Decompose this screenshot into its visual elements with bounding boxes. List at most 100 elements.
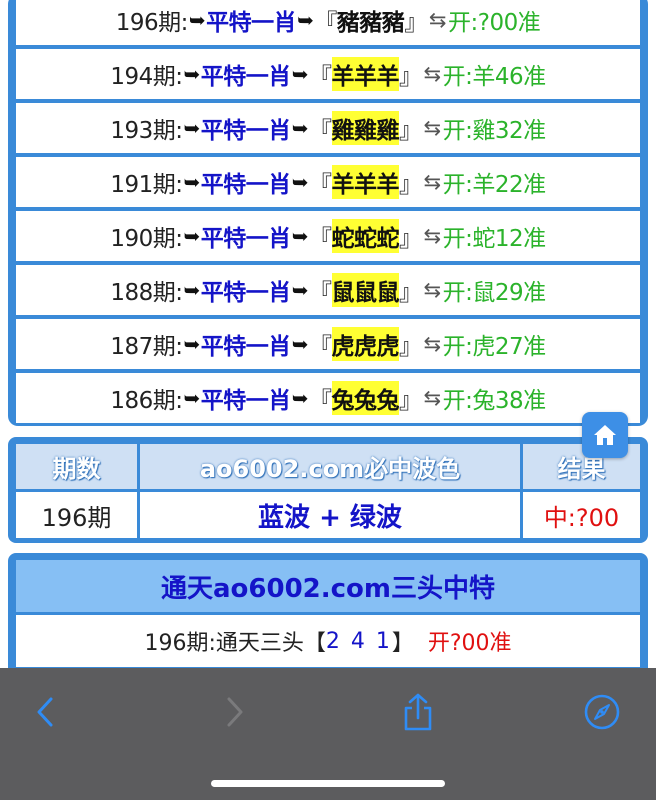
right-bracket: 』 [399,334,422,360]
home-indicator [211,780,445,787]
list-item: 188期: ➥ 平特一肖 ➥ 『 鼠鼠鼠 』 ⇆ 开:鼠29准 [16,265,640,315]
ping-label: 平特一肖 [200,280,292,306]
period-label: 187期: [110,334,183,360]
ping-label: 平特一肖 [200,226,292,252]
right-bracket: 』 [399,280,422,306]
ping-label: 平特一肖 [200,388,292,414]
chevron-left-icon [37,697,53,727]
left-bracket: 『 [309,64,332,90]
ping-label: 平特一肖 [200,172,292,198]
zodiac-pick: 鼠鼠鼠 [331,273,400,307]
zodiac-pick: 豬豬豬 [336,10,405,36]
arrow-icon: ➥ [183,386,201,410]
open-result: 开:虎27准 [442,334,547,360]
santou-numbers: 2 4 1 [325,628,392,654]
santou-suffix: 】 [391,631,414,656]
left-bracket: 『 [309,118,332,144]
period-label: 196期: [115,10,189,36]
list-item: 193期: ➥ 平特一肖 ➥ 『 雞雞雞 』 ⇆ 开:雞32准 [16,103,640,153]
open-result: 开:蛇12准 [442,226,547,252]
swap-icon: ⇆ [423,386,442,410]
home-button[interactable] [582,412,628,458]
left-bracket: 『 [309,334,332,360]
compass-icon [584,694,620,730]
share-icon [404,693,432,731]
ping-label: 平特一肖 [206,10,297,36]
open-result: 开:羊22准 [442,172,547,198]
right-bracket: 』 [399,118,422,144]
list-item: 187期: ➥ 平特一肖 ➥ 『 虎虎虎 』 ⇆ 开:虎27准 [16,319,640,369]
zodiac-pick: 兔兔兔 [331,381,400,415]
santou-result: 开?00准 [427,631,512,656]
zodiac-pick: 蛇蛇蛇 [331,219,400,253]
right-bracket: 』 [404,10,427,36]
santou-title: 通天ao6002.com三头中特 [16,560,640,612]
left-bracket: 『 [309,226,332,252]
arrow-icon: ➥ [291,278,309,302]
swap-icon: ⇆ [423,224,442,248]
period-label: 191期: [110,172,183,198]
zodiac-pick: 虎虎虎 [331,327,400,361]
swap-icon: ⇆ [423,332,442,356]
arrow-icon: ➥ [291,332,309,356]
list-item: 196期: ➥ 平特一肖 ➥ 『 豬豬豬 』 ⇆ 开:?00准 [16,0,640,45]
arrow-icon: ➥ [188,8,206,32]
arrow-icon: ➥ [183,116,201,140]
right-bracket: 』 [399,172,422,198]
swap-icon: ⇆ [423,278,442,302]
ping-label: 平特一肖 [200,64,292,90]
ping-label: 平特一肖 [200,118,292,144]
list-item: 194期: ➥ 平特一肖 ➥ 『 羊羊羊 』 ⇆ 开:羊46准 [16,49,640,99]
list-item: 191期: ➥ 平特一肖 ➥ 『 羊羊羊 』 ⇆ 开:羊22准 [16,157,640,207]
zodiac-pick: 羊羊羊 [331,57,400,91]
arrow-icon: ➥ [183,278,201,302]
cell-colors: 蓝波 + 绿波 [140,492,520,538]
arrow-icon: ➥ [291,62,309,86]
swap-icon: ⇆ [423,116,442,140]
left-bracket: 『 [309,388,332,414]
ping-label: 平特一肖 [200,334,292,360]
arrow-icon: ➥ [183,224,201,248]
period-label: 186期: [110,388,183,414]
open-result: 开:兔38准 [442,388,547,414]
zodiac-pick: 雞雞雞 [331,111,400,145]
period-label: 190期: [110,226,183,252]
swap-icon: ⇆ [423,170,442,194]
period-label: 188期: [110,280,183,306]
open-result: 开:鼠29准 [442,280,547,306]
home-icon [594,425,616,445]
open-result: 开:羊46准 [442,64,547,90]
back-button[interactable] [24,690,68,734]
arrow-icon: ➥ [291,386,309,410]
cell-period: 196期 [16,492,137,538]
santou-row: 196期:通天三头【 2 4 1 】 开?00准 [16,615,640,667]
right-bracket: 』 [399,64,422,90]
compass-button[interactable] [580,690,624,734]
arrow-icon: ➥ [183,332,201,356]
arrow-icon: ➥ [291,116,309,140]
share-button[interactable] [396,690,440,734]
header-colors: ao6002.com必中波色 [140,444,520,489]
arrow-icon: ➥ [291,224,309,248]
right-bracket: 』 [399,226,422,252]
santou-prefix: 196期:通天三头【 [144,631,326,656]
list-item: 190期: ➥ 平特一肖 ➥ 『 蛇蛇蛇 』 ⇆ 开:蛇12准 [16,211,640,261]
swap-icon: ⇆ [428,8,447,32]
list-item: 186期: ➥ 平特一肖 ➥ 『 兔兔兔 』 ⇆ 开:兔38准 [16,373,640,423]
right-bracket: 』 [399,388,422,414]
left-bracket: 『 [309,280,332,306]
arrow-icon: ➥ [183,62,201,86]
arrow-icon: ➥ [183,170,201,194]
open-result: 开:?00准 [448,10,541,36]
period-label: 193期: [110,118,183,144]
open-result: 开:雞32准 [442,118,547,144]
arrow-icon: ➥ [291,170,309,194]
forward-button[interactable] [212,690,256,734]
period-label: 194期: [110,64,183,90]
chevron-right-icon [227,697,243,727]
cell-result: 中:?00 [523,492,640,538]
left-bracket: 『 [314,10,337,36]
swap-icon: ⇆ [423,62,442,86]
zodiac-pick: 羊羊羊 [331,165,400,199]
left-bracket: 『 [309,172,332,198]
